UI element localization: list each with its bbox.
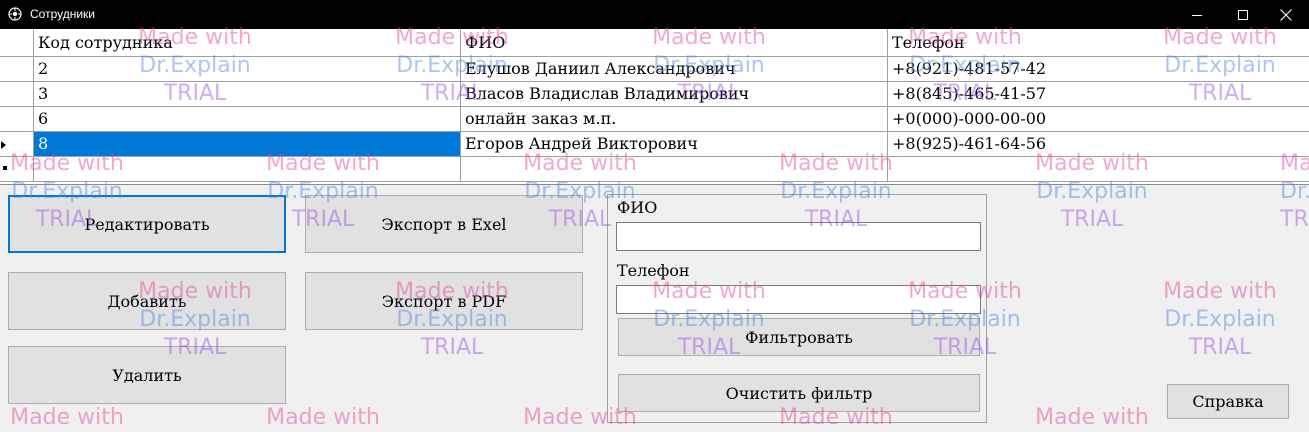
- table-row[interactable]: 3 Власов Владислав Владимирович +8(845)-…: [0, 82, 1309, 107]
- fio-filter-input[interactable]: [616, 222, 981, 251]
- phone-filter-label: Телефон: [617, 261, 690, 280]
- column-header-phone[interactable]: Телефон: [888, 29, 1309, 57]
- cell-code[interactable]: 8: [34, 132, 461, 157]
- cell-code[interactable]: 3: [34, 82, 461, 107]
- trial-watermark: Made with: [1035, 405, 1149, 430]
- edit-button[interactable]: Редактировать: [8, 195, 286, 253]
- cell-code[interactable]: 6: [34, 107, 461, 132]
- row-header-new[interactable]: [0, 157, 34, 182]
- title-bar: Сотрудники: [0, 0, 1309, 29]
- maximize-button[interactable]: [1220, 0, 1266, 29]
- window-title: Сотрудники: [30, 7, 95, 21]
- cell-phone[interactable]: [888, 157, 1309, 182]
- minimize-icon: [1192, 14, 1202, 16]
- cell-phone[interactable]: +8(925)-461-64-56: [888, 132, 1309, 157]
- app-icon: [8, 7, 22, 21]
- row-header[interactable]: [0, 82, 34, 107]
- column-header-code[interactable]: Код сотрудника: [34, 29, 461, 57]
- current-row-arrow-icon: [1, 141, 6, 149]
- cell-phone[interactable]: +0(000)-000-00-00: [888, 107, 1309, 132]
- cell-fio[interactable]: [461, 157, 888, 182]
- cell-code[interactable]: [34, 157, 461, 182]
- cell-phone[interactable]: +8(845)-465-41-57: [888, 82, 1309, 107]
- export-excel-button[interactable]: Экспорт в Exel: [305, 195, 583, 253]
- cell-phone[interactable]: +8(921)-481-57-42: [888, 57, 1309, 82]
- table-row-new[interactable]: [0, 157, 1309, 182]
- new-row-asterisk-icon: [3, 166, 7, 170]
- table-row[interactable]: 6 онлайн заказ м.п. +0(000)-000-00-00: [0, 107, 1309, 132]
- employees-grid[interactable]: Код сотрудника ФИО Телефон 2 Елушов Дани…: [0, 29, 1309, 185]
- add-button[interactable]: Добавить: [8, 272, 286, 330]
- column-header-fio[interactable]: ФИО: [461, 29, 888, 57]
- clear-filter-button[interactable]: Очистить фильтр: [618, 374, 980, 412]
- row-header-corner[interactable]: [0, 29, 34, 57]
- phone-filter-input[interactable]: [616, 285, 981, 314]
- trial-watermark: Made with: [10, 405, 124, 430]
- row-header[interactable]: [0, 107, 34, 132]
- cell-code[interactable]: 2: [34, 57, 461, 82]
- grid-header: Код сотрудника ФИО Телефон: [0, 29, 1309, 57]
- table-row[interactable]: 2 Елушов Даниил Александрович +8(921)-48…: [0, 57, 1309, 82]
- cell-fio[interactable]: Елушов Даниил Александрович: [461, 57, 888, 82]
- close-icon: [1280, 8, 1292, 21]
- cell-fio[interactable]: Власов Владислав Владимирович: [461, 82, 888, 107]
- delete-button[interactable]: Удалить: [8, 346, 286, 404]
- cell-fio[interactable]: онлайн заказ м.п.: [461, 107, 888, 132]
- help-button[interactable]: Справка: [1167, 384, 1289, 419]
- row-header[interactable]: [0, 57, 34, 82]
- fio-filter-label: ФИО: [617, 198, 658, 217]
- trial-watermark: Made with Dr.Explain TRIAL: [1163, 279, 1277, 360]
- export-pdf-button[interactable]: Экспорт в PDF: [305, 272, 583, 330]
- row-header-current[interactable]: [0, 132, 34, 157]
- apply-filter-button[interactable]: Фильтровать: [618, 318, 980, 356]
- table-row-selected[interactable]: 8 Егоров Андрей Викторович +8(925)-461-6…: [0, 132, 1309, 157]
- cell-fio[interactable]: Егоров Андрей Викторович: [461, 132, 888, 157]
- maximize-icon: [1238, 9, 1248, 20]
- minimize-button[interactable]: [1174, 0, 1220, 29]
- trial-watermark: Made with: [266, 405, 380, 430]
- close-button[interactable]: [1263, 0, 1309, 29]
